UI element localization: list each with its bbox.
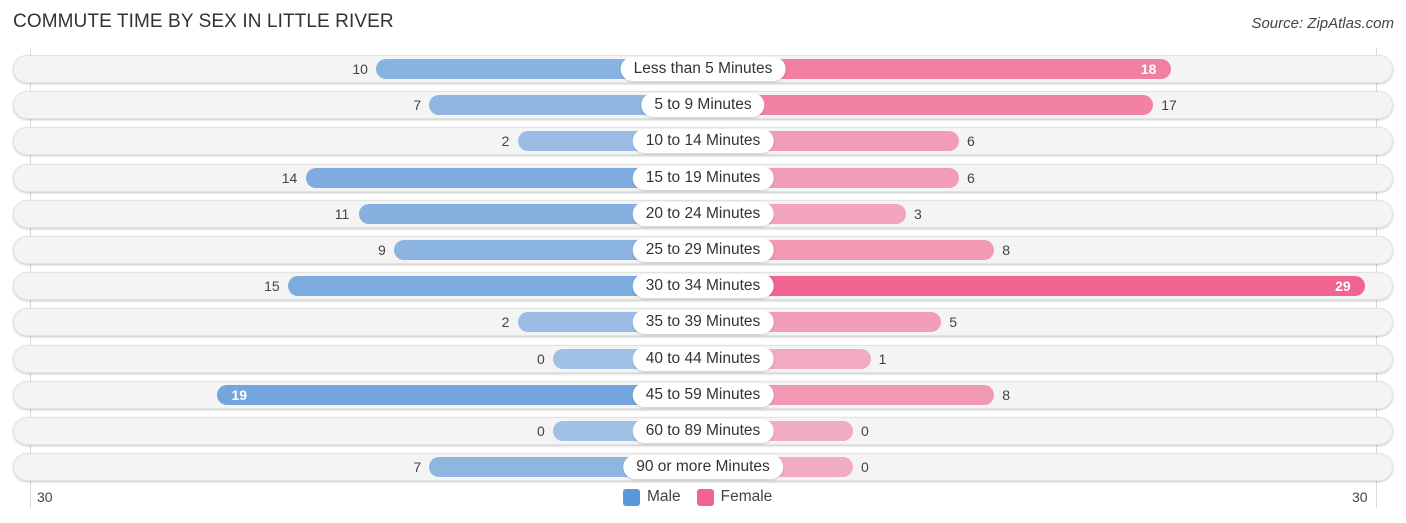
male-value-label: 14 (281, 169, 298, 186)
male-value-label: 15 (264, 278, 280, 295)
legend-item-female[interactable]: Female (696, 488, 773, 506)
male-value-label: 7 (413, 459, 422, 476)
legend-swatch-female (696, 488, 714, 506)
female-value-label: 0 (861, 423, 869, 439)
chart-title: COMMUTE TIME BY SEX IN LITTLE RIVER (13, 11, 394, 32)
female-bar[interactable] (703, 276, 1366, 297)
male-value-label: 7 (413, 97, 422, 114)
female-value-label: 6 (966, 169, 975, 186)
legend-label-male: Male (647, 488, 681, 505)
female-value-label: 18 (1140, 61, 1157, 77)
female-bar[interactable] (703, 95, 1154, 116)
male-value-label: 10 (352, 61, 368, 77)
male-value-label: 9 (378, 242, 386, 258)
male-value-label: 11 (334, 205, 350, 222)
category-label: 5 to 9 Minutes (641, 93, 765, 118)
legend-label-female: Female (720, 488, 773, 505)
category-label: 25 to 29 Minutes (632, 238, 774, 262)
female-value-label: 8 (1002, 386, 1011, 403)
male-value-label: 2 (501, 314, 510, 331)
category-label: Less than 5 Minutes (620, 57, 786, 81)
category-label: 40 to 44 Minutes (632, 346, 774, 371)
male-bar[interactable] (217, 384, 703, 405)
axis-tick-right: 30 (1352, 489, 1368, 505)
female-value-label: 6 (966, 133, 975, 150)
category-label: 60 to 89 Minutes (632, 419, 774, 443)
female-value-label: 0 (861, 459, 869, 476)
category-label: 15 to 19 Minutes (632, 165, 774, 190)
source-label: Source: ZipAtlas.com (1251, 15, 1394, 32)
legend: Male Female (623, 488, 788, 506)
male-value-label: 19 (231, 386, 248, 403)
category-label: 45 to 59 Minutes (632, 382, 774, 407)
category-label: 10 to 14 Minutes (632, 129, 774, 154)
female-value-label: 8 (1002, 242, 1011, 258)
category-label: 30 to 34 Minutes (632, 274, 774, 299)
axis-tick-left: 30 (37, 489, 53, 505)
legend-item-male[interactable]: Male (623, 488, 681, 506)
male-value-label: 0 (537, 350, 545, 367)
category-label: 90 or more Minutes (623, 455, 783, 480)
female-value-label: 3 (913, 205, 922, 222)
male-value-label: 0 (537, 423, 545, 439)
legend-swatch-male (623, 488, 640, 506)
female-value-label: 5 (949, 314, 958, 331)
female-value-label: 1 (878, 350, 887, 367)
category-label: 35 to 39 Minutes (632, 310, 774, 335)
female-value-label: 29 (1335, 278, 1351, 295)
category-label: 20 to 24 Minutes (632, 201, 774, 226)
female-value-label: 17 (1161, 97, 1177, 114)
male-value-label: 2 (501, 133, 510, 150)
